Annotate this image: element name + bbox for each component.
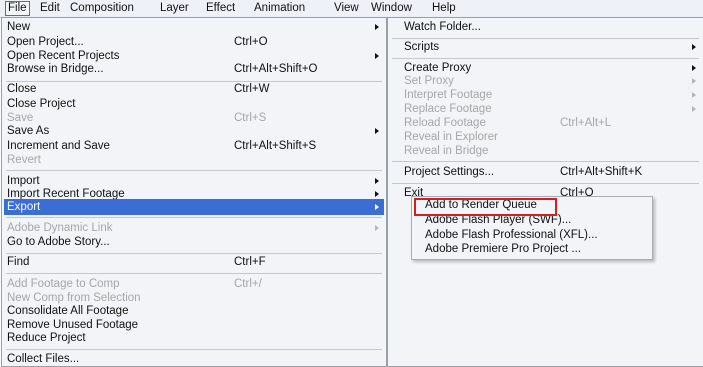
- menu-item-label: Browse in Bridge...: [7, 63, 104, 75]
- shortcut: Ctrl+Alt+Shift+K: [560, 166, 643, 178]
- menu-item-watch-folder[interactable]: Watch Folder...: [390, 19, 701, 35]
- menu-separator: [6, 217, 382, 218]
- menu-item-reveal-bridge: Reveal in Bridge: [390, 143, 701, 159]
- menu-item-find[interactable]: Find Ctrl+F: [4, 254, 384, 270]
- menu-item-export[interactable]: Export: [4, 199, 384, 215]
- menu-item-label: Reveal in Bridge: [404, 145, 489, 157]
- submenu-arrow-icon: [692, 78, 696, 84]
- menu-item-label: Watch Folder...: [404, 21, 481, 33]
- submenu-arrow-icon: [375, 225, 379, 231]
- menu-help[interactable]: Help: [432, 2, 456, 15]
- submenu-arrow-icon: [375, 128, 379, 134]
- menu-view[interactable]: View: [334, 2, 359, 15]
- menu-item-label: Save As: [7, 125, 50, 137]
- menu-item-label: New: [7, 21, 31, 33]
- submenu-arrow-icon: [692, 65, 696, 71]
- submenu-arrow-icon: [692, 92, 696, 98]
- menu-separator: [6, 273, 382, 274]
- file-menu: New Open Project... Ctrl+O Open Recent P…: [1, 17, 387, 367]
- submenu-arrow-icon: [375, 53, 379, 59]
- menu-item-premiere-pro-project[interactable]: Adobe Premiere Pro Project ...: [416, 241, 648, 257]
- menu-item-label: Reduce Project: [7, 332, 86, 344]
- submenu-arrow-icon: [375, 24, 379, 30]
- menu-layer[interactable]: Layer: [160, 2, 189, 15]
- menu-item-scripts[interactable]: Scripts: [390, 39, 701, 55]
- menu-composition[interactable]: Composition: [70, 2, 134, 15]
- menu-item-label: Export: [7, 201, 41, 213]
- menu-item-new[interactable]: New: [4, 19, 384, 35]
- menu-separator: [6, 349, 382, 350]
- menu-item-label: Scripts: [404, 41, 440, 53]
- menu-item-label: Adobe Premiere Pro Project ...: [425, 243, 581, 255]
- menu-bar: File Edit Composition Layer Effect Anima…: [0, 0, 703, 18]
- menu-item-reduce-project[interactable]: Reduce Project: [4, 330, 384, 346]
- menu-item-project-settings[interactable]: Project Settings... Ctrl+Alt+Shift+K: [390, 164, 701, 180]
- submenu-arrow-icon: [375, 191, 379, 197]
- menu-item-label: Find: [7, 256, 30, 268]
- submenu-arrow-icon: [375, 178, 379, 184]
- shortcut: Ctrl+F: [234, 256, 266, 268]
- menu-animation[interactable]: Animation: [254, 2, 305, 15]
- menu-separator: [392, 161, 699, 162]
- shortcut: Ctrl+W: [234, 83, 270, 95]
- menu-window[interactable]: Window: [371, 2, 412, 15]
- menu-edit[interactable]: Edit: [40, 2, 60, 15]
- menu-item-close[interactable]: Close Ctrl+W: [4, 81, 384, 97]
- shortcut: Ctrl+Alt+Shift+O: [234, 63, 318, 75]
- menu-separator: [6, 170, 382, 171]
- menu-item-label: Project Settings...: [404, 166, 495, 178]
- menu-item-revert: Revert: [4, 152, 384, 168]
- menu-item-save-as[interactable]: Save As: [4, 123, 384, 139]
- menu-separator: [392, 183, 699, 184]
- menu-file[interactable]: File: [5, 1, 30, 16]
- highlight-annotation-box: [414, 198, 557, 216]
- file-menu-column-2: Watch Folder... Scripts Create Proxy Set…: [387, 17, 703, 367]
- menu-separator: [392, 58, 699, 59]
- menu-item-label: Revert: [7, 154, 41, 166]
- menu-item-browse-bridge[interactable]: Browse in Bridge... Ctrl+Alt+Shift+O: [4, 61, 384, 77]
- submenu-arrow-icon: [692, 44, 696, 50]
- menu-item-label: Close: [7, 83, 37, 95]
- menu-item-adobe-story[interactable]: Go to Adobe Story...: [4, 234, 384, 250]
- submenu-arrow-icon: [375, 204, 379, 210]
- menu-item-label: Go to Adobe Story...: [7, 236, 110, 248]
- submenu-arrow-icon: [692, 106, 696, 112]
- menu-effect[interactable]: Effect: [206, 2, 235, 15]
